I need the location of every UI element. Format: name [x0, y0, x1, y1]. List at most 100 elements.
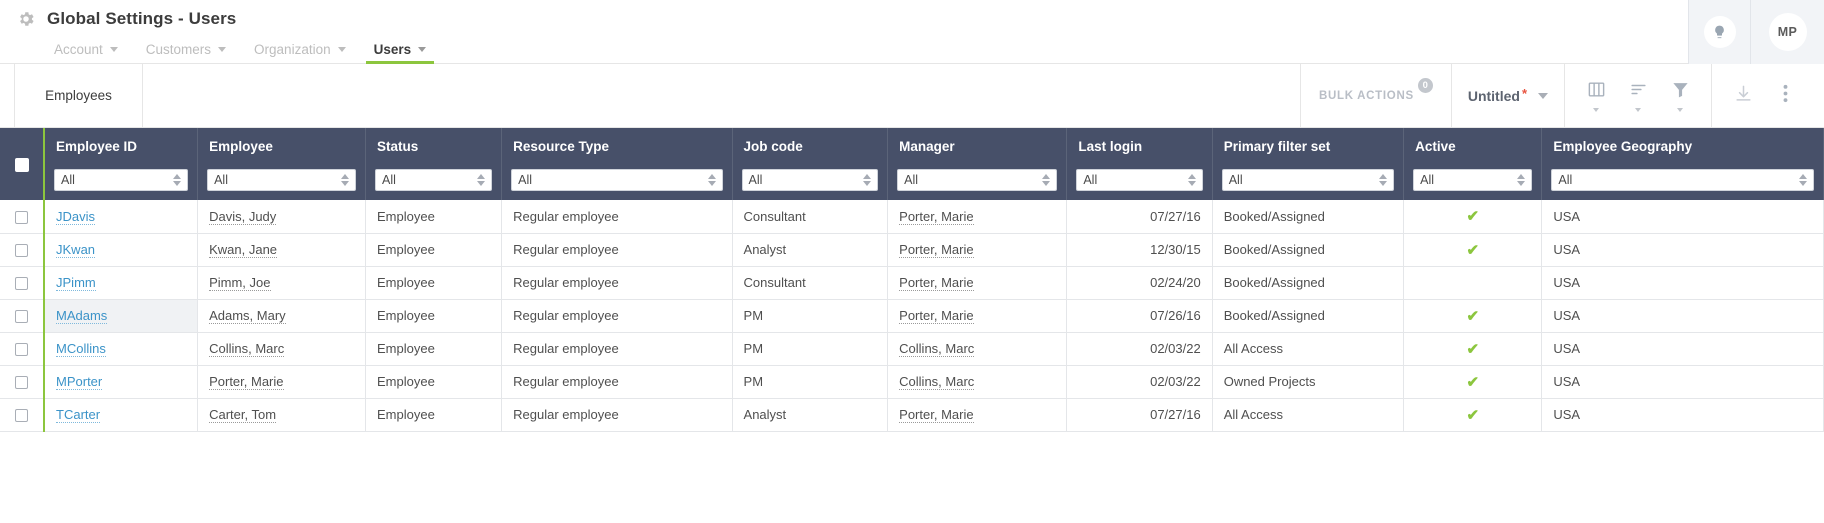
filter-primary-filter-set[interactable]: All [1221, 169, 1395, 191]
download-button[interactable] [1722, 64, 1764, 128]
column-header-resource-type[interactable]: Resource Type All [501, 128, 733, 200]
nav-tabs: Account Customers Organization Users [40, 36, 440, 64]
filter-resource-type[interactable]: All [511, 169, 723, 191]
page-title: Global Settings - Users [47, 9, 237, 28]
manager-name[interactable]: Collins, Marc [899, 374, 975, 390]
nav-tab-customers[interactable]: Customers [132, 42, 240, 64]
cell-employee-id[interactable]: MAdams [44, 299, 199, 333]
manager-name[interactable]: Porter, Marie [899, 242, 974, 258]
table-row[interactable]: MAdams Adams, Mary Employee Regular employe… [0, 299, 1824, 333]
employee-id-link[interactable]: JKwan [56, 242, 96, 258]
spinner-icon [1042, 174, 1051, 186]
filter-last-login[interactable]: All [1076, 169, 1203, 191]
cell-employee-id[interactable]: MCollins [44, 332, 199, 366]
column-header-manager[interactable]: Manager All [887, 128, 1068, 200]
view-tab-employees-label: Employees [45, 88, 112, 103]
bulk-actions-count-badge: 0 [1417, 78, 1433, 93]
table-row[interactable]: TCarter Carter, Tom Employee Regular employ… [0, 398, 1824, 432]
table-row[interactable]: JKwan Kwan, Jane Employee Regular employee A… [0, 233, 1824, 267]
employee-id-link[interactable]: JPimm [56, 275, 96, 291]
column-header-status[interactable]: Status All [365, 128, 503, 200]
column-header-primary-filter-set[interactable]: Primary filter set All [1212, 128, 1405, 200]
cell-employee: Davis, Judy [197, 200, 366, 234]
column-header-label: Employee Geography [1553, 139, 1693, 154]
nav-tab-customers-label: Customers [145, 42, 212, 57]
manager-name[interactable]: Porter, Marie [899, 407, 974, 423]
columns-icon [1587, 80, 1606, 104]
manager-name[interactable]: Porter, Marie [899, 275, 974, 291]
row-select-cell [0, 365, 46, 399]
sort-button[interactable] [1617, 64, 1659, 128]
cell-employee-id[interactable]: JPimm [44, 266, 199, 300]
cell-employee-id[interactable]: JKwan [44, 233, 199, 267]
nav-tab-users[interactable]: Users [360, 42, 441, 64]
employee-name[interactable]: Davis, Judy [209, 208, 277, 225]
saved-view-label: Untitled [1467, 87, 1520, 104]
filter-employee[interactable]: All [207, 169, 356, 191]
filter-active[interactable]: All [1413, 169, 1533, 191]
hint-button[interactable] [1688, 0, 1750, 64]
filter-status[interactable]: All [375, 169, 493, 191]
avatar-button[interactable]: MP [1750, 0, 1824, 64]
cell-resource-type: Regular employee [501, 233, 733, 267]
row-checkbox[interactable] [15, 343, 28, 357]
employee-name[interactable]: Adams, Mary [209, 308, 286, 324]
column-header-active[interactable]: Active All [1403, 128, 1543, 200]
filter-employee-id[interactable]: All [54, 169, 189, 191]
row-checkbox[interactable] [15, 277, 28, 291]
filter-button[interactable] [1659, 64, 1701, 128]
bulk-actions-button[interactable]: BULK ACTIONS 0 [1301, 64, 1452, 127]
table-row[interactable]: MCollins Collins, Marc Employee Regular emp… [0, 332, 1824, 366]
table-row[interactable]: MPorter Porter, Marie Employee Regular empl… [0, 365, 1824, 399]
column-header-employee[interactable]: Employee All [197, 128, 366, 200]
filter-manager[interactable]: All [897, 169, 1058, 191]
employee-id-link[interactable]: MPorter [56, 374, 103, 390]
nav-tab-account[interactable]: Account [40, 42, 132, 64]
employee-id-link[interactable]: MCollins [56, 341, 106, 357]
header-right-actions: MP [1688, 0, 1824, 64]
filter-value: All [748, 173, 763, 187]
employee-id-link[interactable]: MAdams [56, 308, 108, 324]
more-options-button[interactable] [1764, 64, 1806, 128]
filter-job-code[interactable]: All [741, 169, 879, 191]
column-header-employee-geography[interactable]: Employee Geography All [1541, 128, 1824, 200]
column-header-employee-id[interactable]: Employee ID All [44, 128, 199, 200]
filter-icon [1671, 80, 1690, 104]
column-header-last-login[interactable]: Last login All [1066, 128, 1213, 200]
cell-employee-geography: USA [1541, 365, 1824, 399]
cell-employee-id[interactable]: MPorter [44, 365, 199, 399]
employee-id-link[interactable]: TCarter [56, 407, 101, 423]
table-row[interactable]: JPimm Pimm, Joe Employee Regular employee Co… [0, 266, 1824, 300]
nav-tab-organization[interactable]: Organization [240, 42, 360, 64]
select-all-checkbox[interactable] [14, 157, 29, 172]
row-checkbox[interactable] [15, 210, 28, 224]
employee-name[interactable]: Collins, Marc [209, 341, 285, 357]
row-checkbox[interactable] [15, 376, 28, 390]
spinner-icon [477, 174, 486, 186]
employee-id-link[interactable]: JDavis [56, 208, 96, 225]
spinner-icon [173, 174, 182, 186]
view-tab-employees[interactable]: Employees [14, 64, 143, 127]
cell-manager: Collins, Marc [887, 332, 1068, 366]
table-header-row: Employee ID All Employee All Status All … [0, 128, 1824, 200]
row-checkbox[interactable] [15, 409, 28, 423]
employee-name[interactable]: Porter, Marie [209, 374, 284, 390]
table-row[interactable]: JDavis Davis, Judy Employee Regular employe… [0, 200, 1824, 234]
cell-last-login: 07/26/16 [1066, 299, 1213, 333]
manager-name[interactable]: Collins, Marc [899, 341, 975, 357]
employee-name[interactable]: Carter, Tom [209, 407, 277, 423]
cell-employee-id[interactable]: TCarter [44, 398, 199, 432]
row-checkbox[interactable] [15, 244, 28, 258]
filter-employee-geography[interactable]: All [1551, 169, 1814, 191]
manager-name[interactable]: Porter, Marie [899, 308, 974, 324]
employee-name[interactable]: Pimm, Joe [209, 275, 271, 291]
column-header-job-code[interactable]: Job code All [732, 128, 889, 200]
row-checkbox[interactable] [15, 310, 28, 324]
columns-button[interactable] [1575, 64, 1617, 128]
employees-table: Employee ID All Employee All Status All … [0, 128, 1824, 432]
manager-name[interactable]: Porter, Marie [899, 208, 974, 225]
active-check-icon: ✔ [1466, 307, 1480, 325]
cell-employee-id[interactable]: JDavis [44, 200, 199, 234]
employee-name[interactable]: Kwan, Jane [209, 242, 278, 258]
saved-view-dropdown[interactable]: Untitled * [1452, 64, 1565, 127]
